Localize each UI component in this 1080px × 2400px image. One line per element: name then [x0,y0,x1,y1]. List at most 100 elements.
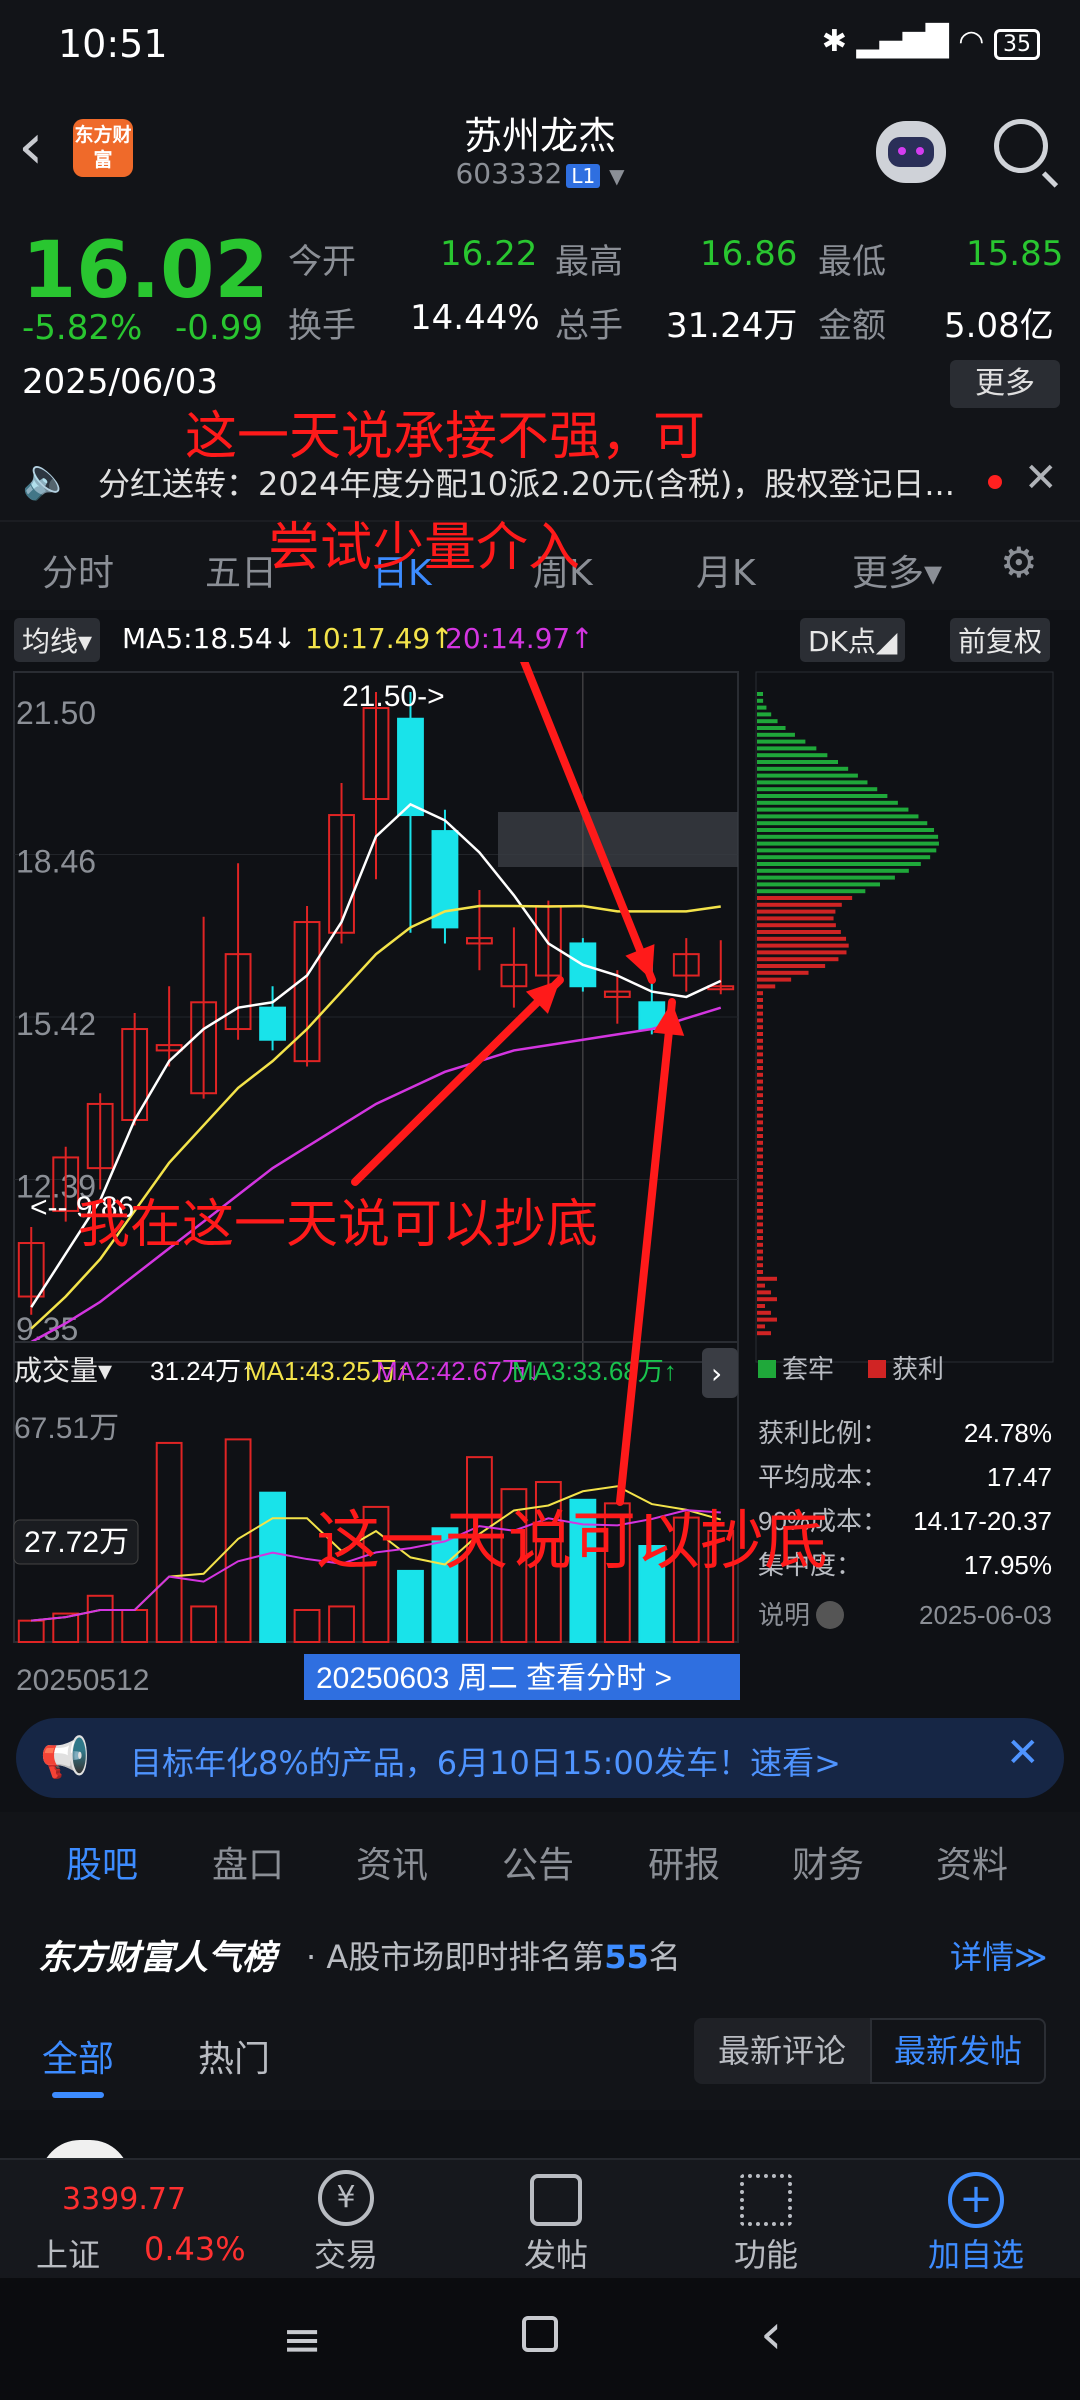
profit-row-label: 获利比例： [758,1418,888,1448]
profit-row-value: 14.17-20.37 [913,1506,1052,1536]
price-axis-label: 21.50 [16,695,96,731]
back-nav-icon[interactable]: ‹ [760,2302,782,2367]
popularity-detail-link[interactable]: 详情≫ [950,1932,1048,1978]
chevron-down-icon: ▼ [609,164,625,188]
volume-value: 31.24万↑ [150,1356,254,1386]
amount-label: 金额 [818,306,886,346]
sort-latest-post[interactable]: 最新发帖 [870,2018,1046,2084]
low-label: 最低 [818,242,886,282]
volume-bar [293,1609,321,1644]
nav-trade[interactable]: 交易 [286,2230,406,2276]
chip-bar [757,998,763,1002]
home-icon[interactable] [522,2316,558,2352]
chip-bar [757,1208,763,1213]
search-icon[interactable] [994,119,1048,173]
note-date: 2025-06-03 [919,1600,1052,1630]
tab-news[interactable]: 资讯 [356,1836,428,1888]
chip-bar [757,1140,763,1145]
chip-bar [757,1134,763,1138]
feed-tab-hot[interactable]: 热门 [198,2030,270,2082]
tab-guba[interactable]: 股吧 [66,1836,138,1888]
nav-add-watchlist[interactable]: 加自选 [916,2230,1036,2276]
price-axis-label: 18.46 [16,844,96,880]
chip-bar [757,984,776,989]
tab-research[interactable]: 研报 [648,1836,720,1888]
chip-bar [757,726,786,730]
red-dot-icon [988,475,1002,489]
chip-bar [757,1004,763,1009]
candle-body [397,717,424,817]
ma10-value: 10:17.49↑ [305,622,454,655]
tab-finance[interactable]: 财务 [792,1836,864,1888]
chip-bar [757,1283,765,1288]
tab-month-k[interactable]: 月K [696,544,756,596]
chip-bar [757,1154,763,1159]
chip-bar [757,787,878,792]
chip-bar [757,1093,763,1098]
chip-bar [757,766,849,771]
sort-latest-comment[interactable]: 最新评论 [694,2018,870,2084]
chip-bar [757,760,839,764]
tab-more[interactable]: 更多▾ [852,544,942,596]
chip-bar [757,712,772,717]
high-marker: 21.50-> [342,680,445,713]
chip-bar [757,794,888,798]
legend-trapped: 套牢 [782,1355,834,1385]
chip-bar [757,902,842,907]
chip-bar [757,1038,763,1043]
chip-bar [757,943,849,948]
close-icon[interactable]: ✕ [1024,455,1058,501]
feed-tab-indicator [52,2092,104,2098]
tab-profile[interactable]: 资料 [936,1836,1008,1888]
nav-functions[interactable]: 功能 [706,2230,826,2276]
promo-banner[interactable]: 📢 目标年化8%的产品，6月10日15:00发车！速看> ✕ [16,1718,1064,1798]
annotation-1-line1: 这一天说承接不强，可 [185,407,706,467]
chip-bar [757,936,847,941]
feed-tab-all[interactable]: 全部 [42,2030,114,2082]
high-label: 最高 [555,242,623,282]
chip-bar [757,1011,763,1016]
profit-row-value: 24.78% [964,1418,1052,1448]
dk-point-button[interactable]: DK点◢ [800,618,906,662]
chip-bar [757,1161,763,1166]
chip-bar [757,930,841,934]
open-value: 16.22 [440,234,538,274]
cursor-date-label: 20250603 周二 查看分时 > [316,1662,672,1695]
banner-close-icon[interactable]: ✕ [1006,1730,1040,1776]
adjust-button[interactable]: 前复权 [950,618,1051,662]
megaphone-icon: 📢 [40,1735,90,1781]
arrow-2 [351,976,564,1186]
chip-bar [757,1202,763,1206]
annotation-1-line2: 尝试少量介入 [268,518,581,578]
chip-bar [757,1032,763,1036]
amount-value: 5.08亿 [944,306,1054,346]
volume-value: 31.24万 [666,306,798,346]
tab-announcement[interactable]: 公告 [502,1836,574,1888]
ma-legend-bar: 均线▾ MA5:18.54↓ 10:17.49↑ 20:14.97↑ DK点◢ … [0,610,1080,662]
gear-icon[interactable]: ⚙ [1000,538,1038,587]
chip-bar [757,698,764,703]
tab-minute[interactable]: 分时 [42,544,114,596]
chip-bar [757,739,806,744]
chip-bar [757,753,828,758]
profit-row-label: 平均成本： [758,1462,888,1492]
nav-post[interactable]: 发帖 [496,2230,616,2276]
chip-bar [757,1270,763,1274]
popularity-row[interactable]: 东方财富人气榜 · A股市场即时排名第55名 详情≫ [0,1908,1080,1996]
vol-axis-top: 67.51万 [14,1412,119,1445]
more-quote-button[interactable]: 更多 [950,360,1060,408]
robot-assistant-icon[interactable] [876,121,946,183]
chip-bar [757,1256,763,1261]
chip-bar [757,1100,763,1104]
chip-bar [757,991,763,996]
tab-orderbook[interactable]: 盘口 [212,1836,284,1888]
grid-icon [740,2174,792,2226]
volume-bar [328,1605,355,1643]
chip-bar [757,1263,763,1268]
annotation-3: 这一天说可以抄底 [316,1505,828,1579]
wifi-icon: ◠ [958,24,985,59]
ma-type-selector[interactable]: 均线▾ [14,618,101,662]
menu-icon[interactable]: ≡ [282,2312,322,2368]
tab-five-day[interactable]: 五日 [205,544,277,596]
bottom-nav: 3399.77 上证 0.43% ¥ 交易 发帖 功能 + 加自选 [0,2158,1080,2278]
